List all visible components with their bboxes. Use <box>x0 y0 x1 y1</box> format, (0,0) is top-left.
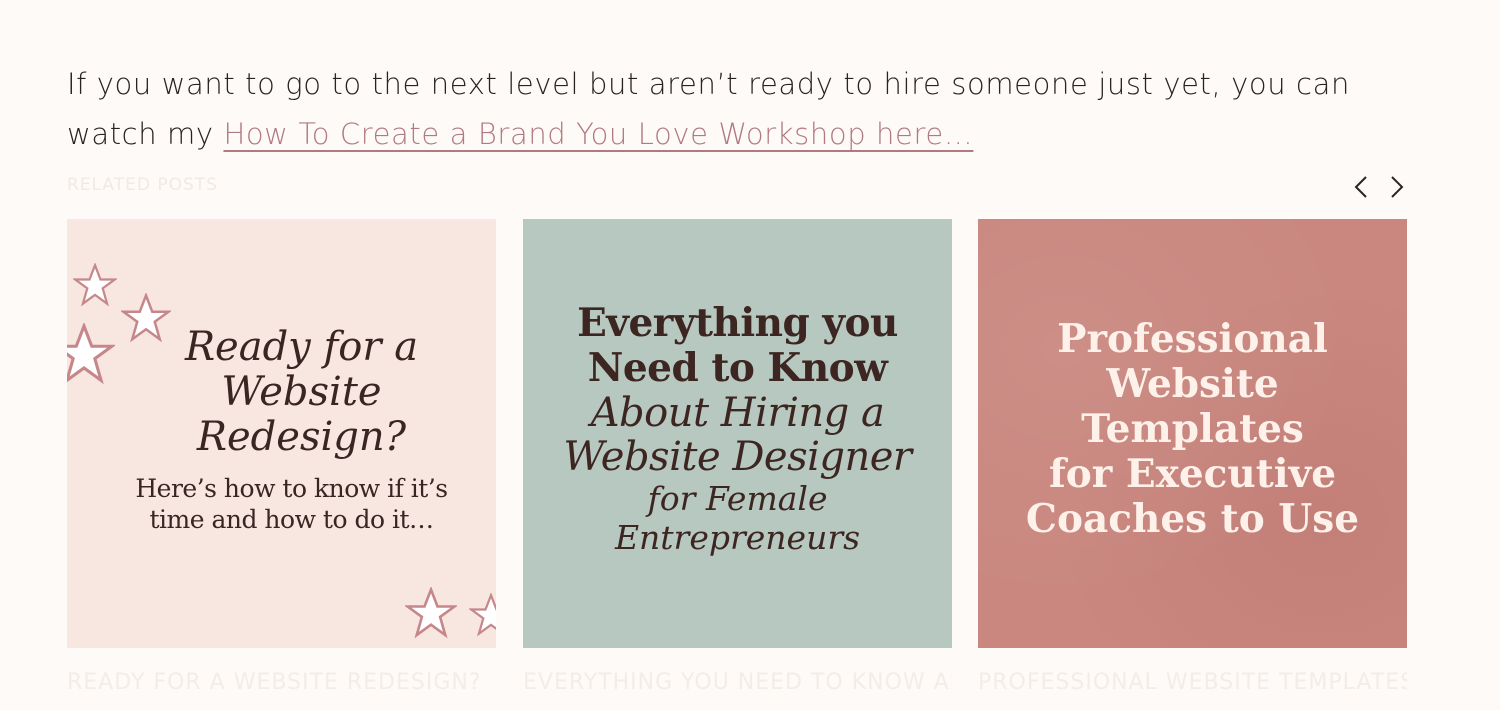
card-italic-line: About Hiring a <box>590 390 885 436</box>
post-title-link[interactable]: EVERYTHING YOU NEED TO KNOW ABOUT <box>523 670 952 695</box>
post-title-link[interactable]: READY FOR A WEBSITE REDESIGN? <box>67 670 496 695</box>
carousel-prev-button[interactable] <box>1346 172 1376 202</box>
post-card-hiring-designer[interactable]: Everything you Need to Know About Hiring… <box>523 219 952 648</box>
chevron-left-icon <box>1354 176 1367 198</box>
chevron-right-icon <box>1391 176 1404 198</box>
card-heading-line: Templates <box>1081 406 1304 452</box>
card-heading: Professional Website Templates for Execu… <box>978 317 1407 542</box>
card-subheading-line: Here’s how to know if it’s <box>135 474 448 503</box>
card-heading-line: Website <box>221 369 382 415</box>
star-icon <box>405 587 457 639</box>
card-subheading: Here’s how to know if it’s time and how … <box>107 473 476 535</box>
card-italic-line: Website Designer <box>563 434 912 480</box>
card-heading-line: for Executive <box>1048 451 1337 497</box>
card-italic-line: for Female <box>647 479 828 518</box>
card-italic-subheading: for Female Entrepreneurs <box>523 479 952 557</box>
post-card-website-templates[interactable]: Professional Website Templates for Execu… <box>978 219 1407 648</box>
carousel-next-button[interactable] <box>1382 172 1412 202</box>
related-posts-label: RELATED POSTS <box>67 175 218 195</box>
card-heading-line: Website <box>1106 361 1279 407</box>
intro-paragraph: If you want to go to the next level but … <box>67 59 1407 159</box>
card-heading: Everything you Need to Know <box>523 301 952 391</box>
post-title-link[interactable]: PROFESSIONAL WEBSITE TEMPLATES FOR <box>978 670 1407 695</box>
card-heading-line: Everything you <box>577 300 898 346</box>
card-heading-line: Coaches to Use <box>1025 496 1360 542</box>
card-subheading-line: time and how to do it… <box>149 505 434 534</box>
workshop-link[interactable]: How To Create a Brand You Love Workshop … <box>223 117 973 151</box>
card-heading-line: Professional <box>1057 316 1328 362</box>
card-heading-line: Redesign? <box>196 414 407 460</box>
card-italic-line: Entrepreneurs <box>614 518 861 557</box>
card-heading: Ready for a Website Redesign? <box>107 325 496 460</box>
star-icon <box>73 263 117 307</box>
card-heading-line: Ready for a <box>184 324 419 370</box>
post-card-website-redesign[interactable]: Ready for a Website Redesign? Here’s how… <box>67 219 496 648</box>
card-italic-heading: About Hiring a Website Designer <box>523 391 952 479</box>
card-heading-line: Need to Know <box>587 345 888 391</box>
star-icon <box>469 593 496 637</box>
